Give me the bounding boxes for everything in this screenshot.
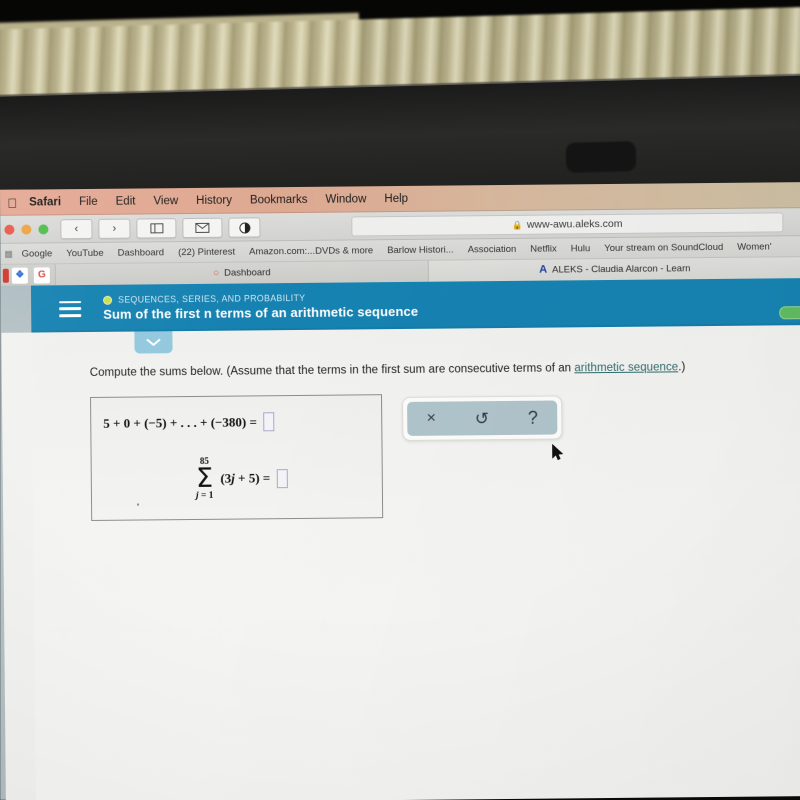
address-bar-text: www-awu.aleks.com <box>526 217 623 231</box>
bookmark-womens[interactable]: Women' <box>730 241 778 252</box>
summation-notation: 85 Σ j = 1 <box>195 456 214 502</box>
clear-button[interactable]: × <box>419 409 445 429</box>
bookmark-blue-icon[interactable]: ❖ <box>11 267 28 284</box>
summation-lower-limit: j = 1 <box>196 491 214 502</box>
summand-expression: (3j + 5) = <box>220 471 270 487</box>
aleks-a-icon: A <box>539 263 548 276</box>
answer-input-2[interactable] <box>277 468 289 489</box>
arithmetic-sequence-link[interactable]: arithmetic sequence <box>574 361 678 374</box>
favorite-red-icon[interactable] <box>2 268 9 283</box>
menu-item-history[interactable]: History <box>187 195 241 208</box>
bookmark-amazon[interactable]: Amazon.com:...DVDs & more <box>242 245 380 257</box>
page-content-area: Compute the sums below. (Assume that the… <box>31 325 800 800</box>
maximize-window-button[interactable] <box>38 224 49 235</box>
header-status-pill[interactable] <box>779 306 800 320</box>
sidebar-icon <box>149 223 163 234</box>
page-title: Sum of the first n terms of an arithmeti… <box>103 303 419 322</box>
answer-input-1[interactable] <box>262 412 275 432</box>
sidebar-toggle-button[interactable] <box>136 218 177 239</box>
lock-icon: 🔒 <box>512 219 523 230</box>
reader-contrast-icon <box>238 221 250 233</box>
forward-button[interactable]: › <box>98 218 131 239</box>
expression-2: 85 Σ j = 1 (3j + 5) = <box>196 456 289 502</box>
menu-item-view[interactable]: View <box>144 195 187 207</box>
minimize-window-button[interactable] <box>21 224 32 235</box>
laptop-screen:  Safari File Edit View History Bookmark… <box>0 182 800 800</box>
address-bar[interactable]: 🔒 www-awu.aleks.com <box>351 212 784 237</box>
mail-icon <box>195 222 210 233</box>
menu-item-file[interactable]: File <box>70 196 107 208</box>
address-area: 🔒 www-awu.aleks.com <box>228 212 794 238</box>
tab-dashboard-label: Dashboard <box>224 267 271 279</box>
progress-pie-icon <box>103 295 113 305</box>
instruction-text: Compute the sums below. (Assume that the… <box>90 361 686 379</box>
summand-rest: + 5) = <box>234 470 271 486</box>
menu-item-window[interactable]: Window <box>316 193 375 206</box>
tab-aleks-learn-label: ALEKS - Claudia Alarcon - Learn <box>552 263 691 276</box>
bookmark-pinterest[interactable]: (22) Pinterest <box>171 247 242 259</box>
reader-mode-button[interactable] <box>228 217 261 238</box>
favorites-icon-strip: ❖ G <box>0 264 55 286</box>
bookmark-soundcloud[interactable]: Your stream on SoundCloud <box>597 242 730 254</box>
chevron-down-icon <box>146 338 161 346</box>
expression-1: 5 + 0 + (−5) + . . . + (−380) = <box>103 412 275 433</box>
page-body: Compute the sums below. (Assume that the… <box>1 325 800 800</box>
photo-speck <box>137 503 140 506</box>
window-controls <box>4 224 49 235</box>
expression-1-text: 5 + 0 + (−5) + . . . + (−380) = <box>103 413 257 431</box>
aleks-ring-icon: ○ <box>213 267 220 279</box>
instruction-suffix: .) <box>678 361 686 374</box>
undo-button[interactable]: ↺ <box>467 408 497 429</box>
tool-strip: × ↺ ? <box>407 400 558 436</box>
back-button[interactable]: ‹ <box>60 218 93 240</box>
close-window-button[interactable] <box>4 224 15 235</box>
share-mail-button[interactable] <box>182 217 223 239</box>
menu-item-bookmarks[interactable]: Bookmarks <box>241 194 317 207</box>
header-titles: SEQUENCES, SERIES, AND PROBABILITY Sum o… <box>103 292 418 322</box>
bookmark-dashboard[interactable]: Dashboard <box>111 247 172 259</box>
google-g-icon[interactable]: G <box>33 266 50 284</box>
bookmark-barlow-histori[interactable]: Barlow Histori... <box>380 244 461 256</box>
menu-item-edit[interactable]: Edit <box>107 195 145 208</box>
apps-grid-icon[interactable]: ▦ <box>3 249 15 260</box>
apple-logo-icon[interactable]:  <box>4 195 20 210</box>
bookmark-association[interactable]: Association <box>461 244 524 256</box>
topic-row: SEQUENCES, SERIES, AND PROBABILITY <box>103 292 418 305</box>
bookmark-youtube[interactable]: YouTube <box>59 248 110 259</box>
topic-label: SEQUENCES, SERIES, AND PROBABILITY <box>118 292 306 305</box>
bookmark-google[interactable]: Google <box>15 248 60 259</box>
help-button[interactable]: ? <box>520 407 546 429</box>
bookmark-hulu[interactable]: Hulu <box>564 243 598 254</box>
menu-item-help[interactable]: Help <box>375 193 417 205</box>
summand-open: (3 <box>220 471 232 487</box>
aleks-header: SEQUENCES, SERIES, AND PROBABILITY Sum o… <box>0 278 800 333</box>
bookmark-netflix[interactable]: Netflix <box>523 243 564 254</box>
instruction-prefix: Compute the sums below. (Assume that the… <box>89 362 575 379</box>
header-left-gap <box>0 285 32 333</box>
tool-strip-container: × ↺ ? <box>402 395 563 441</box>
sigma-icon: Σ <box>195 462 214 494</box>
problem-box: 5 + 0 + (−5) + . . . + (−380) = 85 Σ j =… <box>90 394 384 521</box>
summation-lower-eq: = 1 <box>198 491 214 502</box>
menu-item-safari[interactable]: Safari <box>20 196 70 208</box>
laptop-camera-notch <box>565 141 637 173</box>
expand-panel-button[interactable] <box>134 331 173 354</box>
hamburger-menu-icon[interactable] <box>59 300 82 317</box>
photo-scene:  Safari File Edit View History Bookmark… <box>0 0 800 800</box>
